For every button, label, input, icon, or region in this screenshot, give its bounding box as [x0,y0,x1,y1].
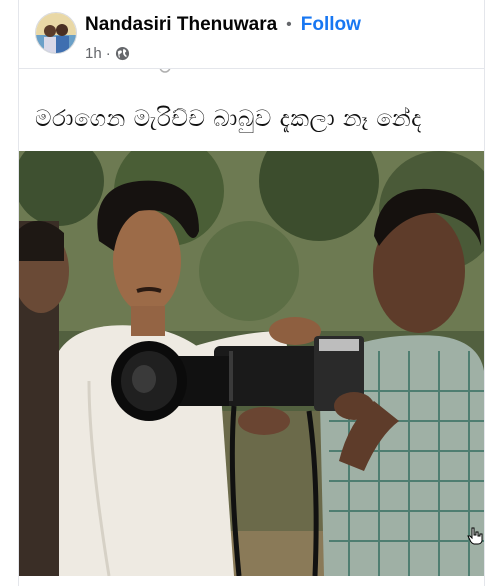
post-meta: 1h · [85,45,130,62]
mouse-pointer-icon [467,527,483,545]
globe-icon [115,46,130,61]
shared-meta-fragment [107,69,187,80]
post-time[interactable]: 1h [85,45,102,62]
post-header: Nandasiri Thenuwara • Follow [85,14,361,36]
post-card: Nandasiri Thenuwara • Follow 1h · මරාගෙන… [18,0,485,586]
post-photo[interactable] [19,151,484,576]
post-caption: මරාගෙන මැරිච්ච බාබුව දැකලා නෑ නේද [35,106,422,132]
meta-separator: · [105,45,111,62]
avatar[interactable] [35,12,77,54]
author-name[interactable]: Nandasiri Thenuwara [85,14,277,36]
separator-dot: • [286,16,292,33]
follow-button[interactable]: Follow [301,14,361,36]
shared-post-strip [19,68,484,99]
